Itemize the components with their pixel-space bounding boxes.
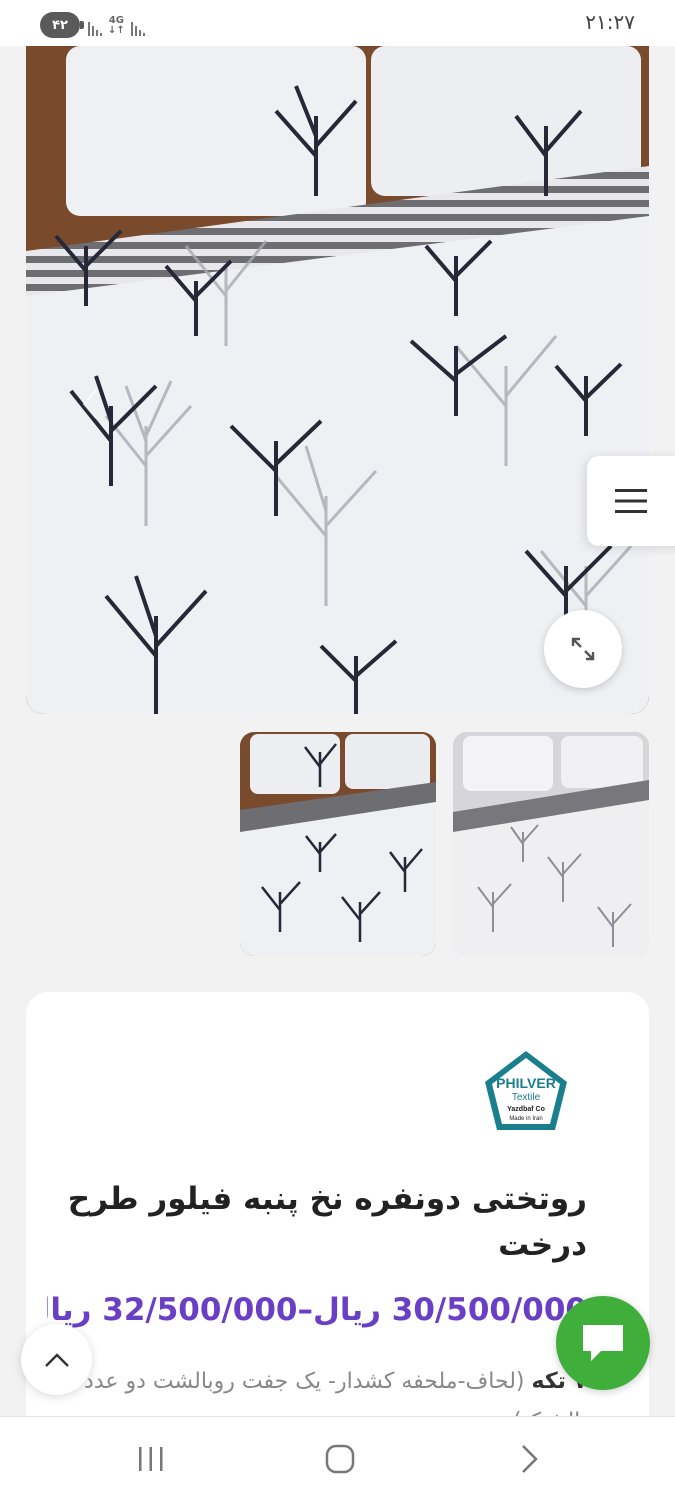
signal-bars-icon: [88, 16, 102, 36]
system-nav-bar: [0, 1416, 675, 1500]
gallery-thumbnail-2[interactable]: [240, 732, 436, 956]
hamburger-menu-icon: [615, 489, 647, 513]
price-range: 30/500/000 ریال–32/500/000 ریال: [47, 1292, 587, 1328]
gallery-thumbnail-1[interactable]: [453, 732, 649, 956]
product-title: روتختی دونفره نخ پنبه فیلور طرح درخت: [67, 1181, 587, 1263]
thumbnail-image: [453, 732, 649, 956]
brand-line4: Made in Iran: [509, 1116, 542, 1122]
expand-icon: [571, 637, 595, 661]
back-chevron-icon: [522, 1445, 538, 1473]
status-bar: ۴۲ 4G ↓↑ ۲۱:۲۷: [0, 0, 675, 46]
signal-indicators: 4G ↓↑: [88, 12, 145, 36]
back-button[interactable]: [509, 1439, 549, 1479]
brand-line2: Textile: [512, 1092, 541, 1103]
brand-name: PHILVER: [496, 1075, 556, 1091]
side-menu-button[interactable]: [587, 456, 675, 546]
recents-icon: [139, 1447, 163, 1471]
home-icon: [325, 1444, 355, 1474]
brand-line3: Yazdbaf Co: [507, 1106, 545, 1113]
brand-logo: PHILVER Textile Yazdbaf Co Made in Iran: [485, 1051, 567, 1130]
signal-bars-icon-2: [130, 16, 145, 36]
battery-indicator: ۴۲: [40, 12, 84, 38]
chat-button[interactable]: [556, 1296, 650, 1390]
chevron-left-icon: [82, 389, 97, 419]
home-button[interactable]: [320, 1439, 360, 1479]
bedding-photo: [26, 46, 649, 714]
product-info-card: PHILVER Textile Yazdbaf Co Made in Iran …: [26, 992, 649, 1452]
clock: ۲۱:۲۷: [585, 10, 635, 34]
thumbnail-image: [240, 732, 436, 956]
recents-button[interactable]: [131, 1439, 171, 1479]
chat-bubble-icon: [583, 1325, 623, 1361]
expand-image-button[interactable]: [544, 610, 622, 688]
product-main-image[interactable]: [26, 46, 649, 714]
data-arrows-icon: ↓↑: [108, 25, 125, 36]
scroll-to-top-button[interactable]: [21, 1324, 92, 1395]
chevron-up-icon: [44, 1352, 69, 1367]
gallery-prev-button[interactable]: [78, 386, 100, 422]
network-type: 4G ↓↑: [108, 15, 125, 36]
